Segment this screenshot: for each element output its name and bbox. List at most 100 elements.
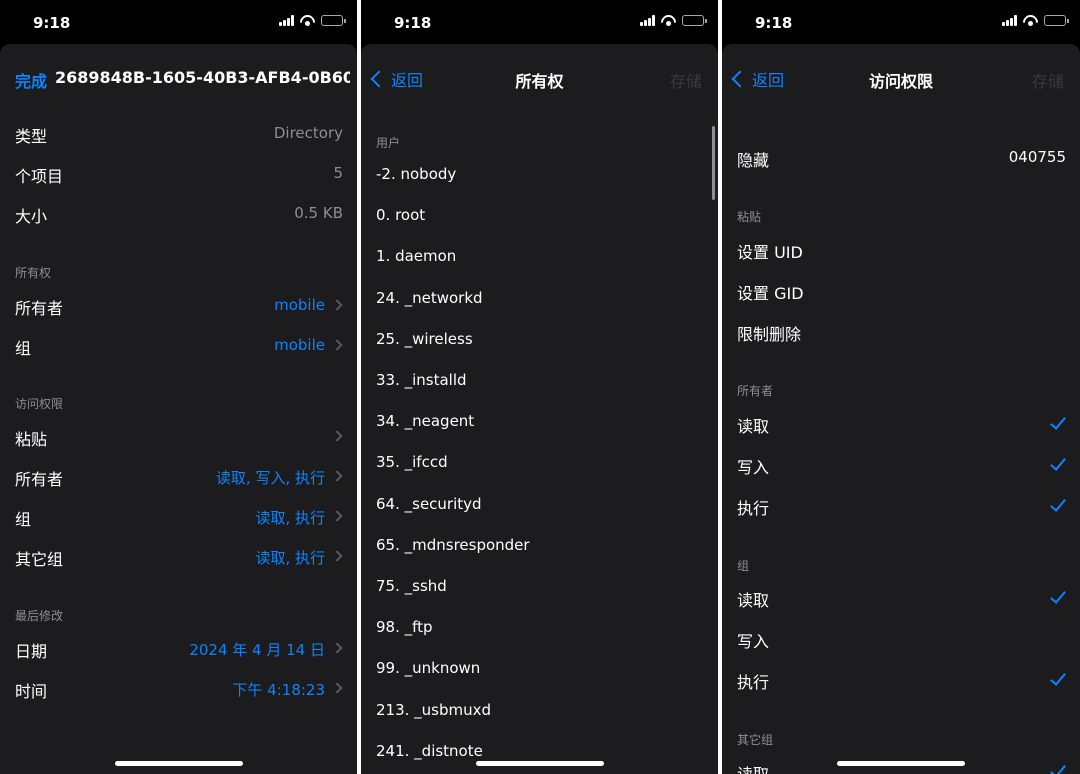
section-header-owner: 所有者	[737, 384, 774, 398]
user-list-item[interactable]: 241. _distnote	[376, 742, 483, 760]
status-time: 9:18	[755, 14, 793, 32]
nav-bar: 返回 所有权 存储	[361, 44, 718, 108]
user-list-item[interactable]: 98. _ftp	[376, 618, 433, 636]
paste-row[interactable]: 粘贴	[0, 416, 357, 456]
section-header-group: 组	[737, 559, 750, 573]
row-label: 执行	[737, 499, 770, 518]
scrollbar[interactable]	[712, 126, 715, 200]
done-button[interactable]: 完成	[15, 68, 47, 92]
date-row[interactable]: 日期 2024 年 4 月 14 日	[0, 628, 357, 668]
row-label: 读取	[737, 417, 770, 436]
page-title: 2689848B-1605-40B3-AFB4-0B602...	[55, 68, 350, 87]
chevron-right-icon	[331, 682, 343, 694]
cellular-signal-icon	[279, 15, 294, 26]
set-uid-row[interactable]: 设置 UID	[722, 229, 1080, 269]
home-indicator[interactable]	[476, 761, 604, 766]
group-permission-row[interactable]: 组 读取, 执行	[0, 496, 357, 536]
sticky-row[interactable]: 限制删除	[722, 311, 1080, 351]
status-bar: 9:18	[361, 0, 718, 44]
user-list-item[interactable]: 0. root	[376, 206, 425, 224]
owner-write-row[interactable]: 写入	[722, 444, 1080, 484]
cellular-signal-icon	[640, 15, 655, 26]
row-value: Directory	[273, 124, 343, 142]
owner-read-row[interactable]: 读取	[722, 403, 1080, 443]
group-read-row[interactable]: 读取	[722, 577, 1080, 617]
row-value: 5	[333, 164, 343, 182]
user-list-item[interactable]: 35. _ifccd	[376, 453, 448, 471]
group-write-row[interactable]: 写入	[722, 618, 1080, 658]
user-list-item[interactable]: 1. daemon	[376, 247, 456, 265]
status-bar: 9:18	[0, 0, 357, 44]
user-list-item[interactable]: 75. _sshd	[376, 577, 447, 595]
checkmark-icon	[1050, 495, 1066, 512]
row-label: 隐藏	[737, 151, 770, 170]
row-value: 读取, 写入, 执行	[215, 469, 325, 487]
file-info-screen: 9:18 完成 2689848B-1605-40B3-AFB4-0B602...…	[0, 0, 357, 774]
user-list-item[interactable]: 25. _wireless	[376, 330, 473, 348]
group-row[interactable]: 组 mobile	[0, 325, 357, 365]
row-label: 日期	[15, 642, 48, 661]
row-label: 其它组	[15, 550, 64, 569]
user-list-item[interactable]: -2. nobody	[376, 165, 456, 183]
info-row-size: 大小 0.5 KB	[0, 193, 357, 233]
other-permission-row[interactable]: 其它组 读取, 执行	[0, 536, 357, 576]
chevron-right-icon	[331, 299, 343, 311]
owner-permission-row[interactable]: 所有者 读取, 写入, 执行	[0, 456, 357, 496]
user-list-item[interactable]: 24. _networkd	[376, 289, 483, 307]
row-value: mobile	[274, 296, 325, 314]
battery-icon	[1044, 15, 1069, 26]
row-value: mobile	[274, 336, 325, 354]
row-label: 大小	[15, 207, 48, 226]
row-value: 2024 年 4 月 14 日	[189, 641, 325, 659]
owner-row[interactable]: 所有者 mobile	[0, 285, 357, 325]
home-indicator[interactable]	[837, 761, 965, 766]
checkmark-icon	[1050, 669, 1066, 686]
row-label: 读取	[737, 761, 769, 774]
mode-value: 040755	[1008, 148, 1066, 166]
row-value: 读取, 执行	[255, 549, 325, 567]
section-header-ownership: 所有权	[15, 266, 52, 280]
row-value: 读取, 执行	[255, 509, 325, 527]
row-label: 组	[15, 510, 32, 529]
chevron-right-icon	[331, 470, 343, 482]
section-header-others: 其它组	[737, 733, 774, 747]
info-row-items: 个项目 5	[0, 153, 357, 193]
info-row-type: 类型 Directory	[0, 113, 357, 153]
section-header-permissions: 访问权限	[15, 397, 64, 411]
user-list-item[interactable]: 99. _unknown	[376, 659, 480, 677]
checkmark-icon	[1050, 587, 1066, 604]
nav-bar: 完成 2689848B-1605-40B3-AFB4-0B602...	[0, 44, 357, 108]
row-value: 下午 4:18:23	[232, 681, 325, 699]
user-list-item[interactable]: 65. _mdnsresponder	[376, 536, 530, 554]
section-header-paste: 粘贴	[737, 210, 762, 224]
row-label: 时间	[15, 682, 48, 701]
owner-execute-row[interactable]: 执行	[722, 485, 1080, 525]
save-button[interactable]: 存储	[1032, 68, 1064, 92]
battery-icon	[321, 15, 346, 26]
row-label: 粘贴	[15, 430, 48, 449]
ownership-screen: 9:18 返回 所有权 存储 用户 -2. nobody 0. root 1. da…	[361, 0, 718, 774]
group-execute-row[interactable]: 执行	[722, 659, 1080, 699]
hidden-row[interactable]: 隐藏 040755	[722, 137, 1080, 177]
permissions-screen: 9:18 返回 访问权限 存储 隐藏 040755 粘贴 设置 UID 设置 G…	[722, 0, 1080, 774]
time-row[interactable]: 时间 下午 4:18:23	[0, 668, 357, 708]
user-list-item[interactable]: 34. _neagent	[376, 412, 474, 430]
row-label: 设置 UID	[737, 243, 803, 262]
info-sheet: 完成 2689848B-1605-40B3-AFB4-0B602... 类型 D…	[0, 44, 357, 774]
user-list-item[interactable]: 64. _securityd	[376, 495, 482, 513]
chevron-right-icon	[331, 430, 343, 442]
row-value: 0.5 KB	[294, 204, 343, 222]
user-list-item[interactable]: 33. _installd	[376, 371, 467, 389]
set-gid-row[interactable]: 设置 GID	[722, 270, 1080, 310]
row-label: 读取	[737, 591, 770, 610]
status-time: 9:18	[394, 14, 432, 32]
row-label: 所有者	[15, 299, 64, 318]
wifi-icon	[1023, 15, 1038, 26]
chevron-right-icon	[331, 642, 343, 654]
save-button[interactable]: 存储	[670, 68, 702, 92]
row-label: 个项目	[15, 167, 64, 186]
home-indicator[interactable]	[115, 761, 243, 766]
user-list-item[interactable]: 213. _usbmuxd	[376, 701, 491, 719]
row-label: 设置 GID	[737, 284, 804, 303]
checkmark-icon	[1050, 413, 1066, 430]
